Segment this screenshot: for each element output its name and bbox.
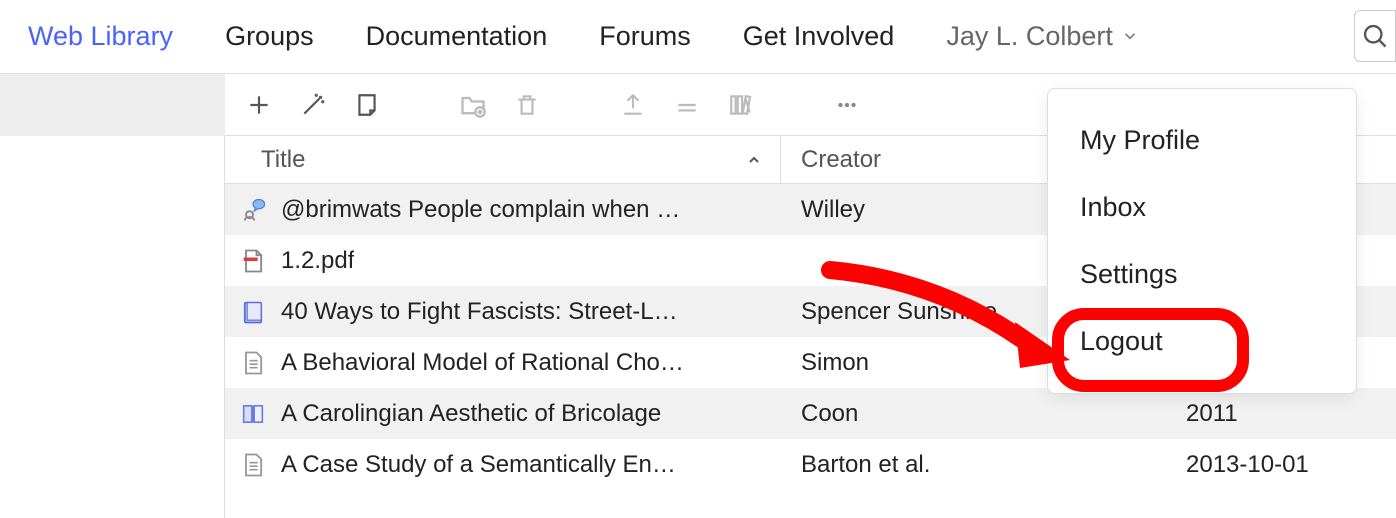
document-icon (239, 349, 267, 377)
note-button[interactable] (351, 89, 383, 121)
item-title: A Case Study of a Semantically En… (281, 451, 676, 479)
export-button[interactable] (617, 89, 649, 121)
dropdown-inbox[interactable]: Inbox (1048, 174, 1356, 241)
item-creator: Barton et al. (781, 451, 1166, 479)
item-title: @brimwats People complain when … (281, 196, 680, 224)
nav-get-involved[interactable]: Get Involved (743, 21, 895, 52)
wand-button[interactable] (297, 89, 329, 121)
chevron-down-icon (1121, 27, 1139, 45)
nav-forums[interactable]: Forums (599, 21, 691, 52)
top-nav: Web Library Groups Documentation Forums … (0, 0, 1396, 73)
item-creator: Coon (781, 400, 1166, 428)
item-date: 2013-10-01 (1166, 451, 1396, 479)
item-title: A Carolingian Aesthetic of Bricolage (281, 400, 661, 428)
export-icon (620, 92, 646, 118)
dropdown-logout[interactable]: Logout (1048, 308, 1356, 375)
dropdown-settings[interactable]: Settings (1048, 241, 1356, 308)
user-name: Jay L. Colbert (946, 21, 1113, 52)
sidebar-wrap (0, 74, 225, 518)
plus-icon (246, 92, 272, 118)
pdf-icon (239, 247, 267, 275)
nav-groups[interactable]: Groups (225, 21, 314, 52)
item-title: 40 Ways to Fight Fascists: Street-L… (281, 298, 678, 326)
add-item-button[interactable] (243, 89, 275, 121)
cite-button[interactable] (671, 89, 703, 121)
item-title: A Behavioral Model of Rational Cho… (281, 349, 684, 377)
cite-icon (674, 92, 700, 118)
nav-web-library[interactable]: Web Library (28, 21, 173, 52)
note-icon (354, 92, 380, 118)
column-creator-label: Creator (801, 146, 881, 174)
search-input[interactable] (1354, 10, 1396, 62)
trash-button[interactable] (511, 89, 543, 121)
nav-documentation[interactable]: Documentation (366, 21, 548, 52)
user-menu[interactable]: Jay L. Colbert (946, 21, 1139, 52)
more-icon (834, 92, 860, 118)
add-to-collection-button[interactable] (457, 89, 489, 121)
user-dropdown: My Profile Inbox Settings Logout (1047, 88, 1357, 394)
table-row[interactable]: A Carolingian Aesthetic of Bricolage Coo… (225, 388, 1396, 439)
sort-asc-icon (746, 152, 762, 168)
dropdown-my-profile[interactable]: My Profile (1048, 107, 1356, 174)
column-title-label: Title (261, 146, 305, 174)
books-icon (727, 92, 755, 118)
item-date: 2011 (1166, 400, 1396, 428)
item-title: 1.2.pdf (281, 247, 354, 275)
bibliography-button[interactable] (725, 89, 757, 121)
search-icon (1361, 22, 1389, 50)
sidebar[interactable] (0, 74, 225, 136)
table-row[interactable]: A Case Study of a Semantically En… Barto… (225, 439, 1396, 490)
document-icon (239, 451, 267, 479)
folder-plus-icon (459, 91, 487, 119)
wand-icon (300, 92, 326, 118)
book-section-icon (239, 400, 267, 428)
book-icon (239, 298, 267, 326)
forum-post-icon (239, 196, 267, 224)
column-header-title[interactable]: Title (225, 136, 781, 183)
trash-icon (514, 92, 540, 118)
more-button[interactable] (831, 89, 863, 121)
